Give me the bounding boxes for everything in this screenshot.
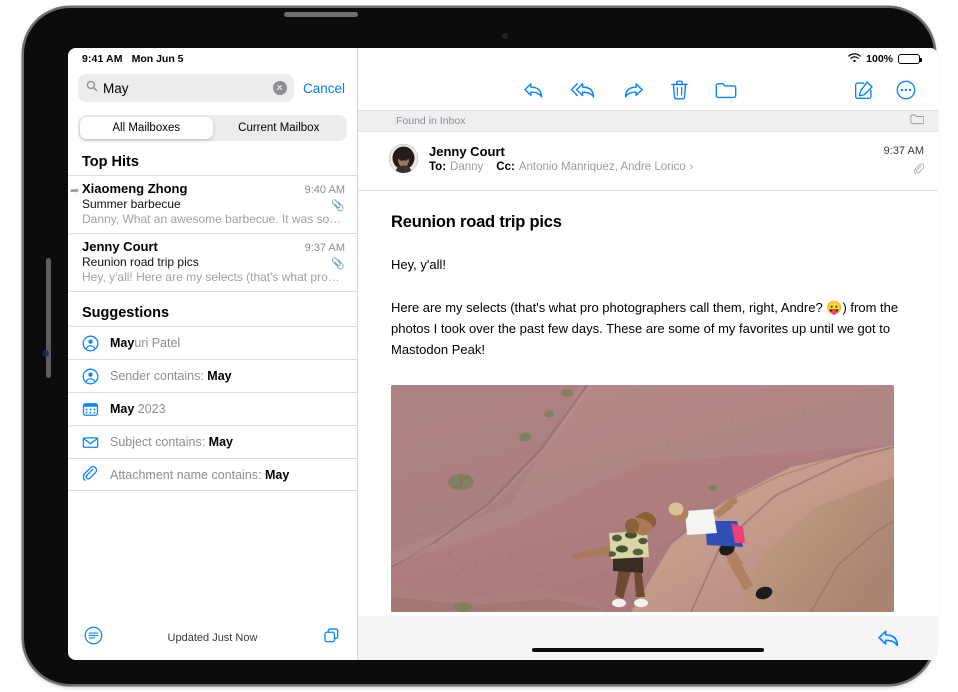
paperclip-icon: 📎 [331, 257, 345, 270]
sync-status-text: Updated Just Now [168, 632, 258, 644]
message-detail-pane: 100% [358, 48, 938, 660]
mail-time: 9:40 AM [299, 184, 345, 196]
status-time: 9:41 AM [82, 53, 123, 65]
suggestion-match: May [207, 369, 231, 383]
search-icon [86, 79, 98, 97]
search-field[interactable]: May [78, 74, 294, 102]
status-bar-left: 9:41 AM Mon Jun 5 [68, 48, 357, 70]
battery-percent-label: 100% [866, 53, 893, 65]
mailbox-scope-segmented-control[interactable]: All Mailboxes Current Mailbox [78, 115, 347, 141]
cc-label: Cc: [496, 161, 515, 173]
mail-sender: Xiaomeng Zhong [82, 181, 299, 196]
suggestion-item-attachment-contains[interactable]: Attachment name contains: May [68, 458, 357, 491]
top-hits-heading: Top Hits [68, 141, 357, 175]
mail-time: 9:37 AM [299, 242, 345, 254]
battery-full-icon [898, 54, 920, 65]
avatar[interactable] [389, 144, 418, 173]
status-bar-right: 100% [358, 48, 938, 70]
suggestion-rest: uri Patel [134, 336, 180, 350]
reply-button[interactable] [523, 81, 544, 99]
suggestion-match: May [209, 435, 233, 449]
trash-button[interactable] [671, 80, 688, 100]
volume-buttons[interactable] [46, 258, 51, 378]
mail-sender: Jenny Court [82, 239, 299, 254]
forwarded-arrow-icon: ➦ [70, 184, 79, 197]
clear-search-icon[interactable] [273, 81, 287, 95]
message-recipients[interactable]: To: Danny Cc: Antonio Manriquez, Andre Lor… [429, 161, 873, 173]
wifi-icon [848, 53, 861, 66]
suggestion-label: Subject contains: May [110, 435, 233, 449]
list-item[interactable]: Jenny Court 9:37 AM Reunion road trip pi… [68, 233, 357, 292]
search-row: May Cancel [68, 70, 357, 106]
mail-search-sidebar: 9:41 AM Mon Jun 5 May Cancel [68, 48, 358, 660]
suggestion-label: Mayuri Patel [110, 336, 180, 350]
suggestion-label: Attachment name contains: May [110, 468, 289, 482]
power-button[interactable] [284, 12, 358, 17]
message-body: Reunion road trip pics Hey, y'all! Here … [358, 191, 938, 612]
cancel-search-button[interactable]: Cancel [303, 81, 345, 96]
to-value: Danny [450, 161, 483, 173]
message-photo-attachment[interactable] [391, 385, 894, 612]
person-circle-icon [82, 368, 99, 385]
calendar-icon [82, 401, 99, 418]
message-subject: Reunion road trip pics [391, 213, 902, 232]
suggestion-item-sender-contains[interactable]: Sender contains: May [68, 359, 357, 392]
sidebar-bottom-toolbar: Updated Just Now [68, 616, 357, 660]
suggestion-item-subject-contains[interactable]: Subject contains: May [68, 425, 357, 458]
suggestion-label: May 2023 [110, 402, 166, 416]
status-date: Mon Jun 5 [132, 53, 184, 65]
search-input[interactable]: May [103, 81, 268, 96]
suggestion-match: May [110, 336, 134, 350]
message-time: 9:37 AM [884, 145, 924, 157]
paperclip-icon [913, 163, 924, 179]
reply-button[interactable] [877, 628, 900, 648]
suggestion-rest: 2023 [134, 402, 165, 416]
suggestion-match: May [110, 402, 134, 416]
suggestion-match: May [265, 468, 289, 482]
ipad-device-frame: 9:41 AM Mon Jun 5 May Cancel [24, 8, 934, 684]
multitask-windows-icon[interactable] [322, 626, 341, 650]
found-in-label: Found in Inbox [396, 115, 465, 127]
mail-subject: Reunion road trip pics [82, 255, 345, 269]
home-indicator[interactable] [532, 648, 764, 653]
message-scroll-area[interactable]: Jenny Court To: Danny Cc: Antonio Manrique… [358, 132, 938, 616]
message-toolbar [358, 70, 938, 110]
paperclip-icon [82, 466, 99, 483]
more-options-button[interactable] [896, 80, 916, 100]
message-greeting: Hey, y'all! [391, 254, 902, 275]
folder-icon[interactable] [910, 112, 924, 130]
envelope-icon [82, 434, 99, 451]
mail-subject: Summer barbecue [82, 197, 345, 211]
person-circle-icon [82, 335, 99, 352]
list-item[interactable]: ➦ Xiaomeng Zhong 9:40 AM Summer barbecue… [68, 175, 357, 233]
mail-preview: Danny, What an awesome barbecue. It was … [82, 212, 345, 226]
bezel-marking [42, 350, 49, 357]
message-sender-name: Jenny Court [429, 144, 873, 159]
suggestion-label: Sender contains: May [110, 369, 232, 383]
ipad-screen: 9:41 AM Mon Jun 5 May Cancel [68, 48, 938, 660]
suggestion-prefix: Subject contains: [110, 435, 209, 449]
front-camera-icon [502, 33, 508, 39]
move-to-folder-button[interactable] [715, 81, 737, 99]
mail-preview: Hey, y'all! Here are my selects (that's … [82, 270, 345, 284]
chevron-right-icon[interactable]: › [690, 161, 694, 173]
suggestion-prefix: Sender contains: [110, 369, 207, 383]
reply-all-button[interactable] [571, 81, 596, 99]
message-header: Jenny Court To: Danny Cc: Antonio Manrique… [358, 132, 938, 191]
message-reply-bar [358, 616, 938, 660]
found-in-mailbox-bar: Found in Inbox [358, 110, 938, 132]
paperclip-icon: 📎 [331, 199, 345, 212]
suggestion-prefix: Attachment name contains: [110, 468, 265, 482]
to-label: To: [429, 161, 446, 173]
compose-button[interactable] [854, 80, 874, 100]
suggestions-heading: Suggestions [68, 292, 357, 326]
segment-current-mailbox[interactable]: Current Mailbox [213, 117, 346, 139]
cc-value: Antonio Manriquez, Andre Lorico [519, 161, 686, 173]
filter-lines-circle-icon[interactable] [84, 626, 103, 650]
segment-all-mailboxes[interactable]: All Mailboxes [80, 117, 213, 139]
suggestion-item-date[interactable]: May 2023 [68, 392, 357, 425]
forward-button[interactable] [623, 81, 644, 99]
message-paragraph: Here are my selects (that's what pro pho… [391, 297, 902, 360]
suggestion-item-contact-name[interactable]: Mayuri Patel [68, 326, 357, 359]
